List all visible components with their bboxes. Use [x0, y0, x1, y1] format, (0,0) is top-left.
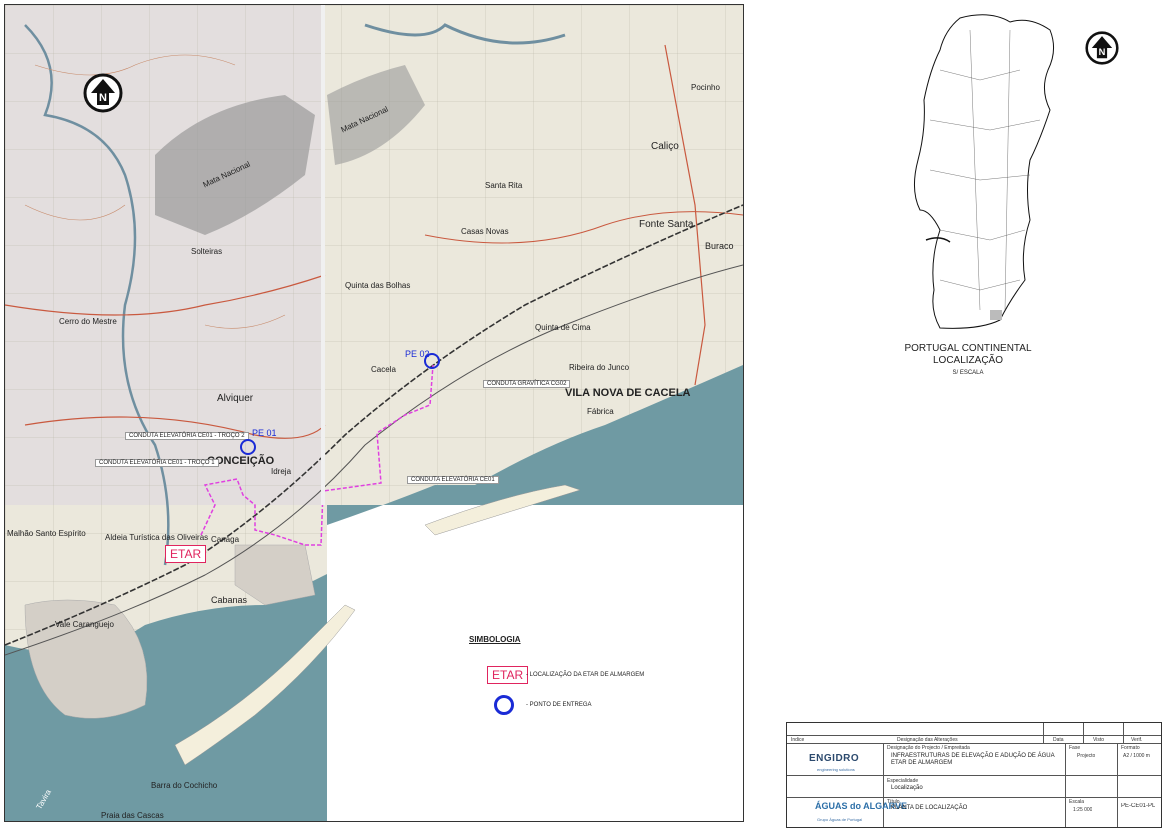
- etar-marker: ETAR: [165, 545, 207, 563]
- place-label: Canaga: [211, 535, 240, 544]
- place-label: Barra do Cochicho: [151, 781, 218, 790]
- drawing-title: PLANTA DE LOCALIZAÇÃO: [891, 805, 968, 811]
- legend-etar-text: - LOCALIZAÇÃO DA ETAR DE ALMARGEM: [526, 672, 645, 678]
- place-label: VILA NOVA DE CACELA: [565, 387, 691, 399]
- place-label: Pocinho: [691, 83, 720, 92]
- place-label: Praia das Cascas: [101, 811, 164, 820]
- north-arrow-icon: N: [83, 73, 123, 113]
- tb-header-verif: Verif.: [1131, 737, 1143, 743]
- legend-title: SIMBOLOGIA: [469, 635, 521, 644]
- place-label: Quinta das Bolhas: [345, 281, 411, 290]
- phase-label: Fase: [1069, 745, 1081, 751]
- project-label: Designação do Projecto / Empreitada: [887, 745, 970, 751]
- tb-header-changes: Designação das Alterações: [897, 737, 958, 743]
- conduit-label: CONDUTA ELEVATÓRIA CE01 - TROÇO 1: [95, 459, 219, 467]
- company-logo: ENGIDRO: [809, 753, 860, 764]
- legend-etar-symbol: ETAR: [487, 666, 529, 684]
- tb-header-index: Índice: [791, 737, 805, 743]
- svg-text:N: N: [99, 92, 107, 104]
- place-label: Malhão Santo Espírito: [7, 529, 86, 538]
- conduit-label: CONDUTA GRAVÍTICA CG02: [483, 380, 571, 388]
- tb-header-visto: Visto: [1093, 737, 1105, 743]
- place-label: Vale Caranguejo: [55, 620, 115, 629]
- drawing-number: PE-CE01-PL: [1121, 803, 1156, 809]
- inset-title: PORTUGAL CONTINENTAL: [904, 343, 1032, 354]
- delivery-point-marker: [240, 439, 256, 455]
- delivery-point-label: PE 01: [252, 428, 277, 438]
- place-label: Solteiras: [191, 247, 223, 256]
- specialty: Localização: [891, 785, 923, 791]
- inset-scale: S/ ESCALA: [952, 370, 984, 376]
- place-label: Fonte Santa: [639, 219, 694, 230]
- tb-header-date: Data: [1053, 737, 1064, 743]
- north-arrow-icon: N: [1085, 31, 1119, 65]
- inset-caption: PORTUGAL CONTINENTAL LOCALIZAÇÃO S/ ESCA…: [870, 343, 1066, 379]
- inset-subtitle: LOCALIZAÇÃO: [932, 355, 1004, 366]
- title-block: Índice Designação das Alterações Data Vi…: [786, 722, 1162, 828]
- svg-text:N: N: [1099, 47, 1106, 57]
- place-label: Fábrica: [587, 407, 614, 416]
- conduit-label: CONDUTA ELEVATÓRIA CE01 - TROÇO 2: [125, 432, 249, 440]
- place-label: Alviquer: [217, 393, 254, 404]
- format: A2 / 1000 m: [1123, 753, 1150, 759]
- company-tagline: engineering solutions: [817, 767, 855, 772]
- scale: 1:25 000: [1073, 807, 1093, 813]
- place-label: Casas Novas: [461, 227, 509, 236]
- place-label: Aldeia Turística das Oliveiras: [105, 533, 209, 542]
- legend-delivery-text: - PONTO DE ENTREGA: [526, 702, 592, 708]
- place-label: Cacela: [371, 365, 396, 374]
- place-label: Cabanas: [211, 595, 248, 605]
- place-label: Buraco: [705, 241, 734, 251]
- topographic-map: [5, 5, 743, 821]
- map-panel: N CONCEIÇÃO Idreja Alviquer VILA NOVA DE…: [4, 4, 744, 822]
- scale-label: Escala: [1069, 799, 1085, 805]
- place-label: Ribeira do Junco: [569, 363, 630, 372]
- place-label: Caliço: [651, 141, 679, 152]
- portugal-inset-map: [914, 14, 1054, 329]
- phase: Projecto: [1077, 753, 1096, 759]
- delivery-point-marker: [424, 353, 440, 369]
- place-label: Idreja: [271, 467, 292, 476]
- conduit-label: CONDUTA ELEVATÓRIA CE01: [407, 476, 499, 484]
- specialty-label: Especialidade: [887, 778, 919, 784]
- format-label: Formato: [1121, 745, 1140, 751]
- place-label: Santa Rita: [485, 181, 523, 190]
- place-label: Cerro do Mestre: [59, 317, 117, 326]
- legend-delivery-symbol: [494, 695, 514, 715]
- place-label: Quinta de Cima: [535, 323, 591, 332]
- project-title: INFRAESTRUTURAS DE ELEVAÇÃO E ADUÇÃO DE …: [891, 753, 1055, 766]
- client-tagline: Grupo Águas de Portugal: [817, 817, 863, 822]
